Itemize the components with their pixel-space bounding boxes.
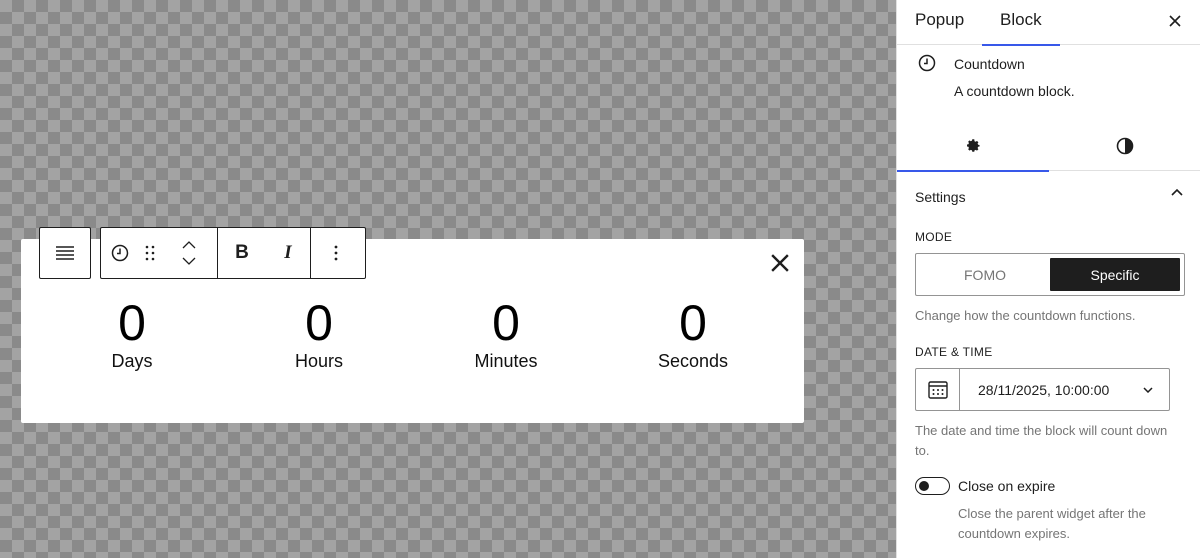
close-sidebar-button[interactable] <box>1164 10 1186 32</box>
datetime-help: The date and time the block will count d… <box>915 423 1168 458</box>
more-options-button[interactable] <box>311 228 361 278</box>
drag-handle-icon <box>145 245 155 261</box>
countdown-minutes-value: 0 <box>492 295 520 351</box>
countdown-days-label: Days <box>111 351 153 371</box>
datetime-value[interactable]: 28/11/2025, 10:00:00 <box>960 369 1127 410</box>
close-on-expire-help: Close the parent widget after the countd… <box>958 506 1146 541</box>
clock-icon <box>111 244 129 262</box>
toolbar-parent-group <box>39 227 91 279</box>
countdown-hours-label: Hours <box>294 351 343 371</box>
close-on-expire-label: Close on expire <box>958 478 1056 494</box>
bold-label: B <box>235 242 249 263</box>
countdown-hours-value: 0 <box>305 295 333 351</box>
countdown-seconds-value: 0 <box>679 295 707 351</box>
close-on-expire-toggle[interactable] <box>915 477 950 495</box>
settings-sidebar: Popup Block Countdown A countdown block. <box>896 0 1200 558</box>
countdown-unit-days: 0 Days <box>52 297 212 371</box>
datetime-label: DATE & TIME <box>915 345 993 359</box>
mode-help: Change how the countdown functions. <box>915 308 1136 323</box>
tab-popup[interactable]: Popup <box>915 0 964 45</box>
calendar-button[interactable] <box>916 369 960 410</box>
countdown-unit-hours: 0 Hours <box>239 297 399 371</box>
more-vertical-icon <box>334 245 338 261</box>
drag-handle-button[interactable] <box>139 228 161 278</box>
countdown-row: 0 Days 0 Hours 0 Minutes 0 Seconds <box>21 297 804 377</box>
countdown-seconds-label: Seconds <box>657 351 729 371</box>
block-description: A countdown block. <box>954 83 1075 99</box>
clock-icon <box>918 54 936 72</box>
chevron-down-icon[interactable] <box>182 257 196 265</box>
close-icon <box>771 254 789 272</box>
settings-panel-header[interactable]: Settings <box>897 172 1200 220</box>
italic-button[interactable]: I <box>266 228 310 278</box>
countdown-minutes-label: Minutes <box>474 351 538 371</box>
countdown-unit-minutes: 0 Minutes <box>426 297 586 371</box>
tab-styles[interactable] <box>1049 120 1200 171</box>
move-controls <box>161 228 217 278</box>
italic-label: I <box>284 242 292 263</box>
mode-option-fomo[interactable]: FOMO <box>920 258 1050 291</box>
block-toolbar: B I <box>100 227 366 279</box>
toggle-knob <box>919 481 929 491</box>
bold-button[interactable]: B <box>218 228 266 278</box>
sidebar-tabs: Popup Block <box>897 0 1200 46</box>
countdown-days-value: 0 <box>118 295 146 351</box>
mode-option-specific[interactable]: Specific <box>1050 258 1180 291</box>
inspector-tabs <box>897 120 1200 172</box>
tab-block[interactable]: Block <box>982 0 1059 46</box>
chevron-down-icon <box>1143 386 1153 393</box>
block-title: Countdown <box>954 56 1025 72</box>
calendar-icon <box>927 380 948 399</box>
close-icon <box>1169 15 1181 27</box>
contrast-icon <box>1116 137 1134 154</box>
datetime-dropdown-button[interactable] <box>1127 369 1169 410</box>
chevron-up-icon[interactable] <box>182 241 196 249</box>
gear-icon <box>967 138 980 152</box>
mode-toggle-group: FOMO Specific <box>915 253 1185 296</box>
datetime-picker[interactable]: 28/11/2025, 10:00:00 <box>915 368 1170 411</box>
select-parent-button[interactable] <box>40 228 90 278</box>
tab-settings[interactable] <box>897 120 1049 172</box>
popup-close-button[interactable] <box>768 251 792 275</box>
countdown-unit-seconds: 0 Seconds <box>613 297 773 371</box>
mode-label: MODE <box>915 230 953 244</box>
block-type-button[interactable] <box>101 228 139 278</box>
settings-panel-title: Settings <box>915 189 966 205</box>
chevron-up-icon[interactable] <box>1171 188 1183 196</box>
editor-canvas: 0 Days 0 Hours 0 Minutes 0 Seconds B I <box>0 0 896 558</box>
align-justify-icon <box>56 246 74 260</box>
